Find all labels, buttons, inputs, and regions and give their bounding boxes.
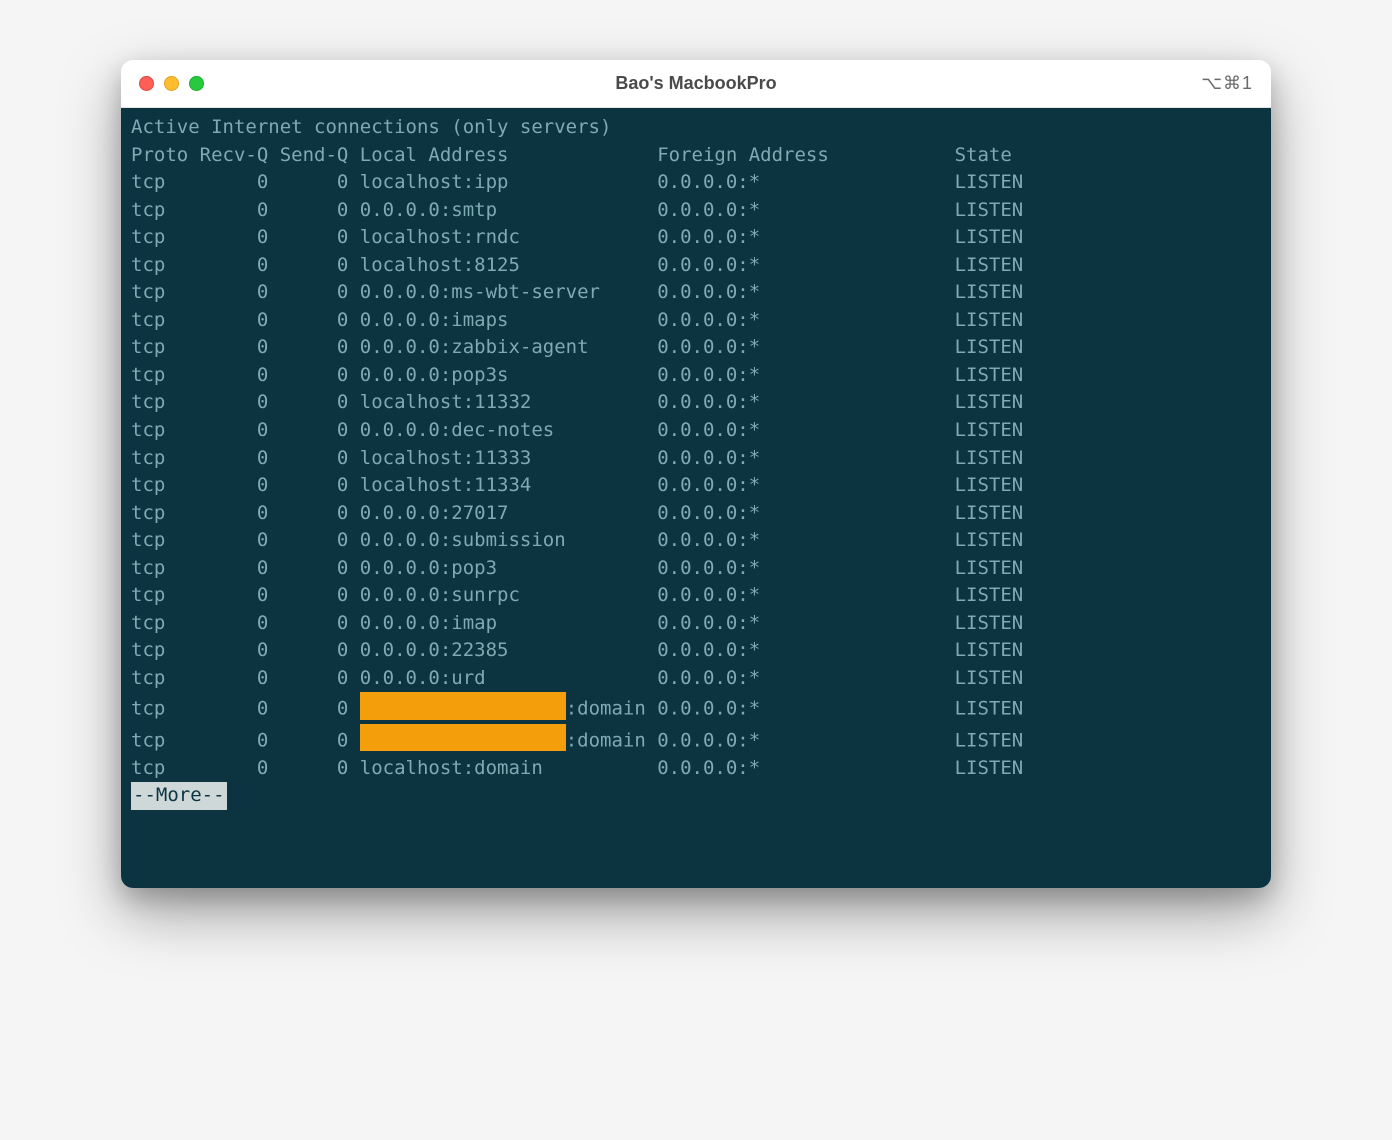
table-row: tcp 0 0 localhost:11333 0.0.0.0:* LISTEN [131,445,1261,473]
traffic-lights [139,76,204,91]
minimize-button[interactable] [164,76,179,91]
close-button[interactable] [139,76,154,91]
table-row: tcp 0 0 0.0.0.0:ms-wbt-server 0.0.0.0:* … [131,279,1261,307]
table-row: tcp 0 0 0.0.0.0:zabbix-agent 0.0.0.0:* L… [131,334,1261,362]
maximize-button[interactable] [189,76,204,91]
more-prompt[interactable]: --More-- [131,782,1261,810]
table-row: tcp 0 0 localhost:rndc 0.0.0.0:* LISTEN [131,224,1261,252]
titlebar: Bao's MacbookPro ⌥⌘1 [121,60,1271,108]
table-row: tcp 0 0 0.0.0.0:submission 0.0.0.0:* LIS… [131,527,1261,555]
terminal-window: Bao's MacbookPro ⌥⌘1 Active Internet con… [121,60,1271,888]
table-row: tcp 0 0 0.0.0.0:22385 0.0.0.0:* LISTEN [131,637,1261,665]
table-row: tcp 0 0 0.0.0.0:imaps 0.0.0.0:* LISTEN [131,307,1261,335]
table-row: tcp 0 0 :domain 0.0.0.0:* LISTEN [131,724,1261,755]
redacted-block [360,692,566,720]
redacted-block [360,724,566,752]
table-row: tcp 0 0 localhost:domain 0.0.0.0:* LISTE… [131,755,1261,783]
table-row: tcp 0 0 0.0.0.0:imap 0.0.0.0:* LISTEN [131,610,1261,638]
table-row: tcp 0 0 0.0.0.0:smtp 0.0.0.0:* LISTEN [131,197,1261,225]
table-row: tcp 0 0 0.0.0.0:27017 0.0.0.0:* LISTEN [131,500,1261,528]
table-row: tcp 0 0 0.0.0.0:dec-notes 0.0.0.0:* LIST… [131,417,1261,445]
table-row: tcp 0 0 localhost:11332 0.0.0.0:* LISTEN [131,389,1261,417]
table-row: tcp 0 0 :domain 0.0.0.0:* LISTEN [131,692,1261,723]
table-row: tcp 0 0 0.0.0.0:pop3s 0.0.0.0:* LISTEN [131,362,1261,390]
table-row: tcp 0 0 localhost:8125 0.0.0.0:* LISTEN [131,252,1261,280]
table-row: tcp 0 0 localhost:ipp 0.0.0.0:* LISTEN [131,169,1261,197]
terminal-body[interactable]: Active Internet connections (only server… [121,108,1271,888]
table-row: tcp 0 0 0.0.0.0:sunrpc 0.0.0.0:* LISTEN [131,582,1261,610]
output-heading: Active Internet connections (only server… [131,114,1261,142]
table-row: tcp 0 0 0.0.0.0:urd 0.0.0.0:* LISTEN [131,665,1261,693]
window-title: Bao's MacbookPro [615,73,776,94]
column-header: Proto Recv-Q Send-Q Local Address Foreig… [131,142,1261,170]
table-row: tcp 0 0 0.0.0.0:pop3 0.0.0.0:* LISTEN [131,555,1261,583]
table-row: tcp 0 0 localhost:11334 0.0.0.0:* LISTEN [131,472,1261,500]
tab-indicator: ⌥⌘1 [1201,73,1253,94]
